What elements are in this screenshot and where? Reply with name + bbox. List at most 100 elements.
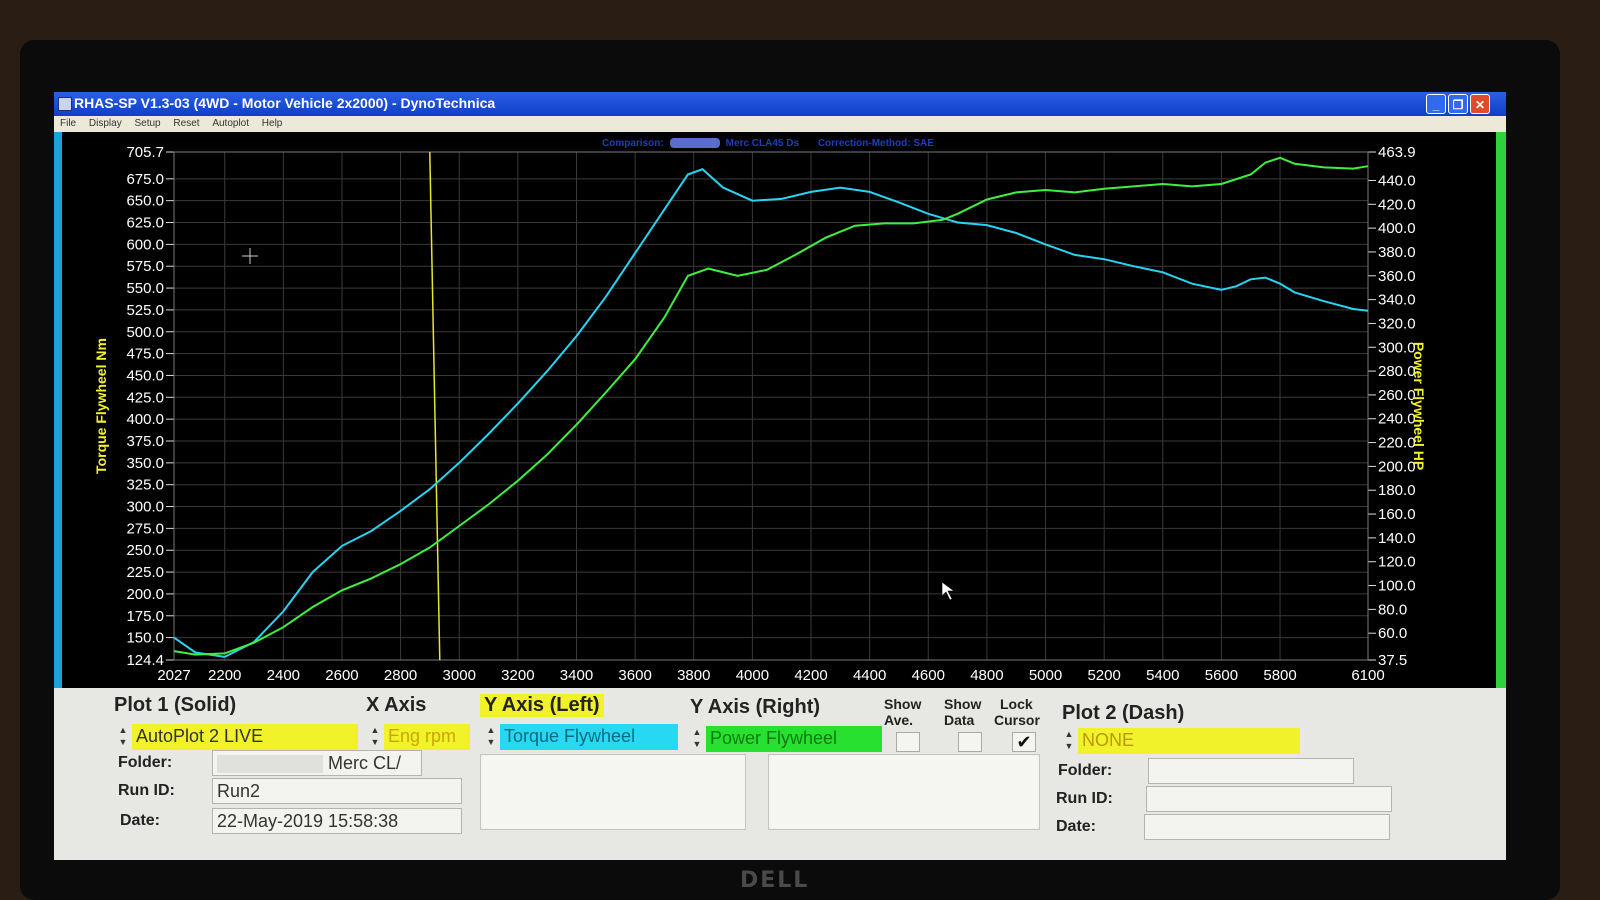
- show-data-label-line2: Data: [944, 712, 975, 728]
- plot2-run-id-field[interactable]: [1146, 786, 1392, 812]
- y-left-tick-label: 500.0: [126, 324, 164, 341]
- minimize-button[interactable]: _: [1426, 94, 1446, 114]
- x-tick-label: 2600: [325, 667, 358, 684]
- y-left-tick-label: 375.0: [126, 433, 164, 450]
- app-icon: [58, 97, 72, 111]
- y-right-tick-label: 280.0: [1378, 363, 1416, 380]
- dyno-chart[interactable]: 2027 2200 2400 2600 2800 3000 3200 3400 3600 3800…: [62, 132, 1498, 688]
- y-left-tick-label: 650.0: [126, 193, 164, 210]
- y-right-tick-label: 463.9: [1378, 144, 1416, 161]
- series-line-torque: [173, 168, 1369, 658]
- y-right-tick-label: 380.0: [1378, 244, 1416, 261]
- x-tick-label: 2400: [267, 667, 300, 684]
- y-left-tick-label: 150.0: [126, 630, 164, 647]
- x-tick-label: 3200: [501, 667, 534, 684]
- x-tick-label: 5000: [1029, 667, 1062, 684]
- plot2-heading: Plot 2 (Dash): [1062, 702, 1185, 724]
- folder-field[interactable]: Merc CL/: [212, 750, 422, 776]
- menu-help[interactable]: Help: [262, 116, 283, 132]
- comparison-label: Comparison:: [602, 138, 664, 149]
- y-right-tick-label: 360.0: [1378, 268, 1416, 285]
- plot-border: [173, 151, 1369, 661]
- title-bar: RHAS-SP V1.3-03 (4WD - Motor Vehicle 2x2…: [54, 92, 1506, 116]
- y-left-tick-label: 525.0: [126, 302, 164, 319]
- y-left-tick-label: 450.0: [126, 367, 164, 384]
- y-right-tick-label: 400.0: [1378, 220, 1416, 237]
- y-right-tick-label: 240.0: [1378, 411, 1416, 428]
- plot1-heading: Plot 1 (Solid): [114, 694, 237, 716]
- x-tick-label: 5400: [1146, 667, 1179, 684]
- notes-box-left[interactable]: [480, 754, 746, 830]
- x-tick-label: 6100: [1351, 667, 1384, 684]
- y-right-spin-arrows[interactable]: ▲ ▼: [690, 726, 704, 752]
- x-tick-label: 4600: [912, 667, 945, 684]
- x-tick-label: 4200: [794, 667, 827, 684]
- y-left-tick-label: 705.7: [126, 144, 164, 161]
- y-right-tick-label: 140.0: [1378, 530, 1416, 547]
- y-axis-left-heading: Y Axis (Left): [480, 694, 604, 717]
- x-tick-label: 4000: [736, 667, 769, 684]
- menu-setup[interactable]: Setup: [134, 116, 160, 132]
- y-left-tick-label: 250.0: [126, 542, 164, 559]
- menu-bar: File Display Setup Reset Autoplot Help: [54, 116, 1506, 132]
- lock-cursor-label-line2: Cursor: [994, 712, 1040, 728]
- plot2-folder-label: Folder:: [1058, 762, 1113, 779]
- x-axis-select[interactable]: Eng rpm: [384, 724, 470, 750]
- y-axis-left-select[interactable]: Torque Flywheel: [500, 724, 678, 750]
- run-id-field[interactable]: Run2: [212, 778, 462, 804]
- folder-value: Merc CL/: [328, 753, 402, 773]
- plot2-select[interactable]: NONE: [1078, 728, 1300, 754]
- y-left-tick-label: 475.0: [126, 346, 164, 363]
- y-left-tick-label: 124.4: [126, 652, 164, 669]
- date-field[interactable]: 22-May-2019 15:58:38: [212, 808, 462, 834]
- y-right-tick-label: 60.0: [1378, 625, 1407, 642]
- x-axis-spin-arrows[interactable]: ▲ ▼: [368, 724, 382, 750]
- show-ave-label-line1: Show: [884, 696, 922, 712]
- y-left-tick-label: 225.0: [126, 564, 164, 581]
- x-tick-label: 2027: [157, 667, 190, 684]
- restore-button[interactable]: ❐: [1448, 94, 1468, 114]
- y-left-tick-label: 175.0: [126, 608, 164, 625]
- y-left-tick-label: 550.0: [126, 280, 164, 297]
- menu-file[interactable]: File: [60, 116, 76, 132]
- comparison-run-name: Merc CLA45 Ds: [725, 138, 800, 149]
- window-title: RHAS-SP V1.3-03 (4WD - Motor Vehicle 2x2…: [74, 95, 496, 111]
- plot-area[interactable]: 2027 2200 2400 2600 2800 3000 3200 3400 3600 3800…: [62, 132, 1498, 688]
- y-right-tick-label: 340.0: [1378, 292, 1416, 309]
- plot2-folder-field[interactable]: [1148, 758, 1354, 784]
- show-ave-checkbox[interactable]: [896, 732, 920, 752]
- notes-box-right[interactable]: [768, 754, 1040, 830]
- plot2-spin-arrows[interactable]: ▲ ▼: [1062, 728, 1076, 754]
- y-axis-right-select[interactable]: Power Flywheel: [706, 726, 882, 752]
- cursor-line: [429, 151, 441, 661]
- menu-display[interactable]: Display: [89, 116, 122, 132]
- comparison-bar: Comparison: Merc CLA45 Ds Correction-Meth…: [602, 138, 934, 154]
- y-left-tick-label: 600.0: [126, 236, 164, 253]
- y-right-tick-label: 37.5: [1378, 652, 1407, 669]
- menu-reset[interactable]: Reset: [173, 116, 199, 132]
- x-axis-heading: X Axis: [366, 694, 427, 716]
- y-axis-right-title: Power Flywheel HP: [1411, 342, 1427, 470]
- x-tick-label: 2800: [384, 667, 417, 684]
- y-left-tick-label: 300.0: [126, 499, 164, 516]
- plot2-run-id-label: Run ID:: [1056, 790, 1113, 807]
- plot1-select[interactable]: AutoPlot 2 LIVE: [132, 724, 358, 750]
- y-left-tick-label: 275.0: [126, 520, 164, 537]
- y-left-spin-arrows[interactable]: ▲ ▼: [484, 724, 498, 750]
- y-left-tick-label: 350.0: [126, 455, 164, 472]
- menu-autoplot[interactable]: Autoplot: [212, 116, 249, 132]
- close-button[interactable]: ✕: [1470, 94, 1490, 114]
- show-data-checkbox[interactable]: [958, 732, 982, 752]
- plot1-spin-arrows[interactable]: ▲ ▼: [116, 724, 130, 750]
- x-tick-label: 5600: [1205, 667, 1238, 684]
- show-ave-label-line2: Ave.: [884, 712, 914, 728]
- app-window: RHAS-SP V1.3-03 (4WD - Motor Vehicle 2x2…: [54, 92, 1506, 860]
- plot2-date-field[interactable]: [1144, 814, 1390, 840]
- y-right-tick-label: 260.0: [1378, 387, 1416, 404]
- lock-cursor-label-line1: Lock: [1000, 696, 1033, 712]
- y-left-tick-label: 425.0: [126, 389, 164, 406]
- x-tick-label: 2200: [208, 667, 241, 684]
- y-left-tick-label: 625.0: [126, 215, 164, 232]
- y-right-tick-label: 120.0: [1378, 554, 1416, 571]
- lock-cursor-checkbox[interactable]: ✔: [1012, 732, 1036, 752]
